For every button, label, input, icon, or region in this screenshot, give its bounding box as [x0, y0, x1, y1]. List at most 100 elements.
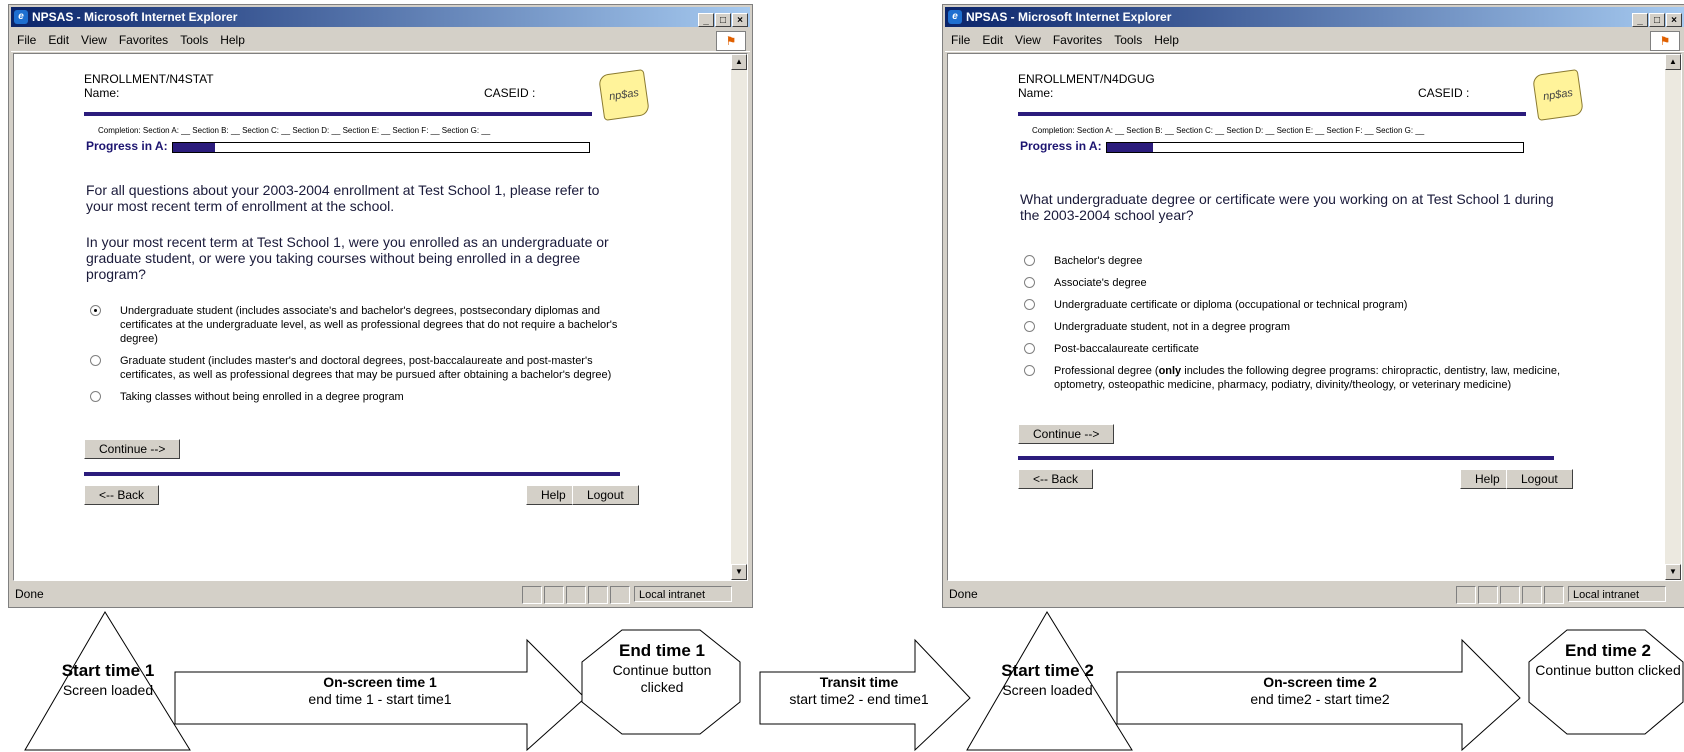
back-button[interactable]: <-- Back	[84, 485, 160, 505]
radio-button[interactable]	[1024, 365, 1035, 376]
security-zone: Local intranet	[1568, 586, 1666, 602]
start2-label: Start time 2 Screen loaded	[1001, 661, 1094, 698]
option-professional[interactable]: Professional degree (only includes the f…	[1024, 364, 1564, 392]
back-button[interactable]: <-- Back	[1018, 469, 1094, 489]
close-button[interactable]: ×	[732, 13, 748, 27]
minimize-button[interactable]: _	[698, 13, 714, 27]
status-text: Done	[15, 587, 44, 601]
vertical-scrollbar[interactable]: ▲ ▼	[731, 54, 747, 580]
divider	[84, 112, 592, 116]
radio-button[interactable]	[90, 355, 101, 366]
radio-button[interactable]	[1024, 343, 1035, 354]
progress-fill	[173, 143, 215, 152]
scroll-down-icon[interactable]: ▼	[1665, 564, 1681, 580]
status-text: Done	[949, 587, 978, 601]
menu-favorites[interactable]: Favorites	[1053, 33, 1102, 47]
title-bar: e NPSAS - Microsoft Internet Explorer _ □ ×	[11, 7, 750, 27]
menu-view[interactable]: View	[81, 33, 107, 47]
option-undergraduate[interactable]: Undergraduate student (includes associat…	[90, 304, 630, 346]
name-label: Name:	[1018, 86, 1054, 100]
browser-window-1: e NPSAS - Microsoft Internet Explorer _ □ ×…	[8, 4, 753, 608]
radio-button[interactable]	[1024, 277, 1035, 288]
status-bar: Done Local intranet	[945, 583, 1684, 605]
status-bar: Done Local intranet	[11, 583, 750, 605]
continue-button[interactable]: Continue -->	[84, 439, 181, 459]
security-zone: Local intranet	[634, 586, 732, 602]
menu-help[interactable]: Help	[220, 33, 245, 47]
windows-logo-icon: ⚑	[716, 31, 746, 51]
minimize-button[interactable]: _	[1632, 13, 1648, 27]
scroll-down-icon[interactable]: ▼	[731, 564, 747, 580]
answer-options: Undergraduate student (includes associat…	[90, 304, 630, 412]
browser-window-2: e NPSAS - Microsoft Internet Explorer _ □ ×…	[942, 4, 1684, 608]
caseid-label: CASEID :	[484, 86, 536, 100]
windows-logo-icon: ⚑	[1650, 31, 1680, 51]
maximize-button[interactable]: □	[715, 13, 731, 27]
onscreen2-label: On-screen time 2 end time2 - start time2	[1250, 674, 1390, 707]
radio-button[interactable]	[1024, 321, 1035, 332]
caseid-label: CASEID :	[1418, 86, 1470, 100]
radio-button[interactable]	[90, 305, 101, 316]
menu-bar: File Edit View Favorites Tools Help	[945, 29, 1684, 52]
close-button[interactable]: ×	[1666, 13, 1682, 27]
window-title: NPSAS - Microsoft Internet Explorer	[32, 10, 238, 24]
option-certificate[interactable]: Undergraduate certificate or diploma (oc…	[1024, 298, 1564, 312]
menu-tools[interactable]: Tools	[180, 33, 208, 47]
logout-button[interactable]: Logout	[1506, 469, 1573, 489]
menu-bar: File Edit View Favorites Tools Help	[11, 29, 750, 52]
menu-help[interactable]: Help	[1154, 33, 1179, 47]
page-content: ENROLLMENT/N4DGUG Name: CASEID : np$as Co…	[947, 53, 1682, 581]
page-content: ENROLLMENT/N4STAT Name: CASEID : np$as Co…	[13, 53, 748, 581]
scroll-up-icon[interactable]: ▲	[731, 54, 747, 70]
page-id: ENROLLMENT/N4STAT	[84, 72, 214, 86]
name-label: Name:	[84, 86, 120, 100]
menu-tools[interactable]: Tools	[1114, 33, 1142, 47]
question-text: In your most recent term at Test School …	[86, 234, 609, 282]
menu-view[interactable]: View	[1015, 33, 1041, 47]
option-associates[interactable]: Associate's degree	[1024, 276, 1564, 290]
npsas-logo: np$as	[1532, 69, 1584, 121]
ie-icon: e	[14, 10, 28, 24]
end1-label: End time 1 Continue button clicked	[612, 641, 712, 695]
intro-text: For all questions about your 2003-2004 e…	[86, 182, 600, 214]
completion-status: Completion: Section A: __ Section B: __ …	[98, 126, 491, 135]
maximize-button[interactable]: □	[1649, 13, 1665, 27]
end2-label: End time 2 Continue button clicked	[1535, 641, 1681, 678]
transit-label: Transit time start time2 - end time1	[789, 674, 929, 707]
divider	[1018, 112, 1526, 116]
option-graduate[interactable]: Graduate student (includes master's and …	[90, 354, 630, 382]
npsas-logo: np$as	[598, 69, 650, 121]
option-not-degree[interactable]: Undergraduate student, not in a degree p…	[1024, 320, 1564, 334]
progress-label: Progress in A:	[1020, 139, 1102, 153]
answer-options: Bachelor's degree Associate's degree Und…	[1024, 254, 1564, 400]
option-no-degree[interactable]: Taking classes without being enrolled in…	[90, 390, 630, 404]
divider	[84, 472, 620, 476]
scroll-up-icon[interactable]: ▲	[1665, 54, 1681, 70]
progress-bar	[172, 142, 590, 153]
start1-label: Start time 1 Screen loaded	[61, 661, 155, 698]
menu-file[interactable]: File	[951, 33, 970, 47]
progress-label: Progress in A:	[86, 139, 168, 153]
radio-button[interactable]	[1024, 299, 1035, 310]
logout-button[interactable]: Logout	[572, 485, 639, 505]
ie-icon: e	[948, 10, 962, 24]
onscreen1-label: On-screen time 1 end time 1 - start time1	[308, 674, 452, 707]
page-id: ENROLLMENT/N4DGUG	[1018, 72, 1155, 86]
option-post-bacc[interactable]: Post-baccalaureate certificate	[1024, 342, 1564, 356]
radio-button[interactable]	[1024, 255, 1035, 266]
vertical-scrollbar[interactable]: ▲ ▼	[1665, 54, 1681, 580]
menu-favorites[interactable]: Favorites	[119, 33, 168, 47]
title-bar: e NPSAS - Microsoft Internet Explorer _ □ ×	[945, 7, 1684, 27]
menu-file[interactable]: File	[17, 33, 36, 47]
continue-button[interactable]: Continue -->	[1018, 424, 1115, 444]
divider	[1018, 456, 1554, 460]
completion-status: Completion: Section A: __ Section B: __ …	[1032, 126, 1425, 135]
question-text: What undergraduate degree or certificate…	[1020, 191, 1554, 223]
radio-button[interactable]	[90, 391, 101, 402]
option-bachelors[interactable]: Bachelor's degree	[1024, 254, 1564, 268]
timing-diagram: Start time 1 Screen loaded On-screen time…	[0, 610, 1684, 752]
progress-bar	[1106, 142, 1524, 153]
menu-edit[interactable]: Edit	[48, 33, 69, 47]
menu-edit[interactable]: Edit	[982, 33, 1003, 47]
progress-fill	[1107, 143, 1153, 152]
